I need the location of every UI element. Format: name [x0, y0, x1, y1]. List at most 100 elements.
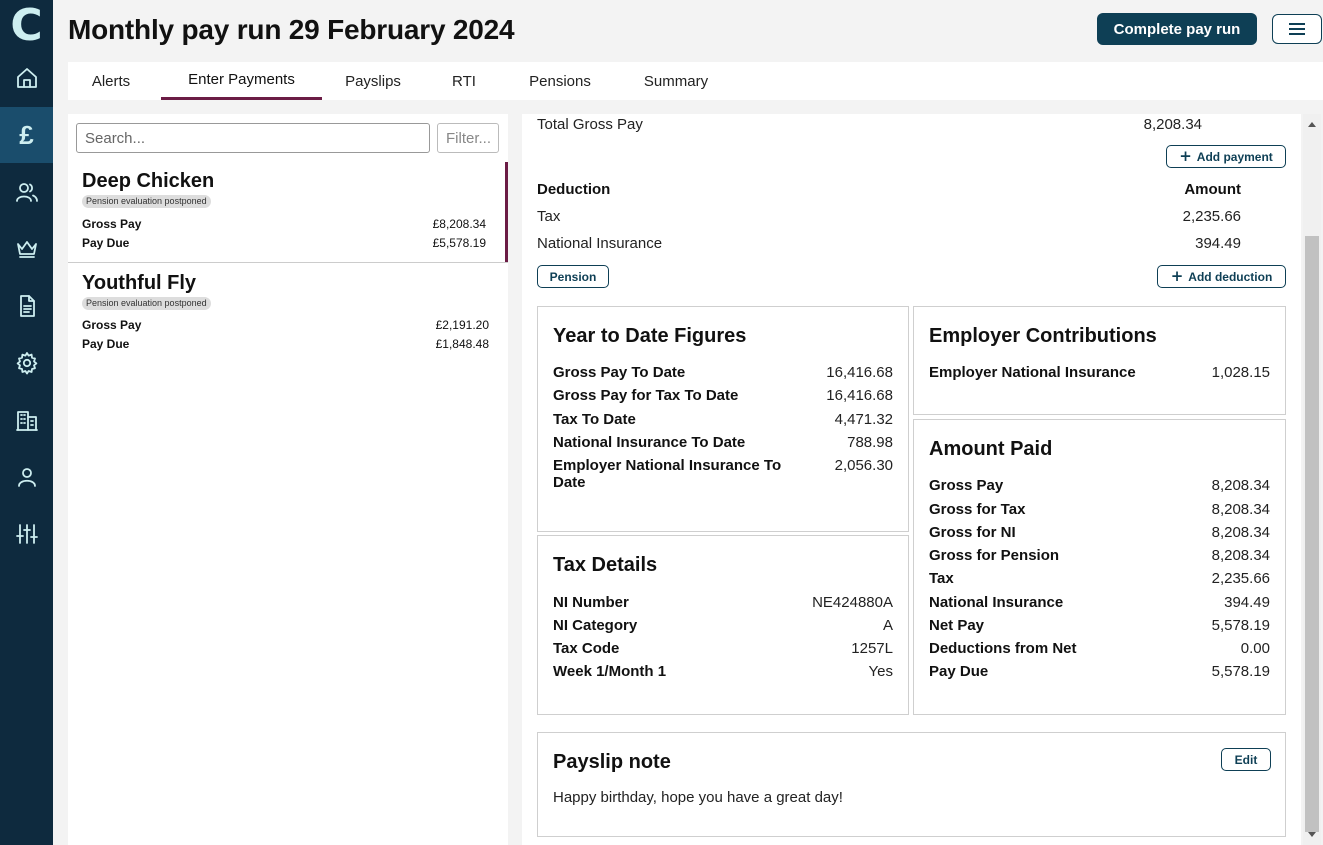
- deduction-value: 2,235.66: [1182, 208, 1241, 225]
- amount-paid-value: 8,208.34: [1211, 477, 1270, 494]
- tax-value: NE424880A: [812, 594, 893, 611]
- tax-label: Tax Code: [553, 640, 620, 657]
- payslip-note-card: Payslip note Edit Happy birthday, hope y…: [537, 732, 1286, 837]
- menu-button[interactable]: [1272, 14, 1322, 44]
- scrollbar[interactable]: [1303, 114, 1321, 845]
- app-logo[interactable]: C: [0, 0, 53, 51]
- search-input[interactable]: [76, 123, 430, 153]
- gross-pay-label: Gross Pay: [82, 318, 142, 332]
- plus-icon: +: [1170, 267, 1184, 285]
- amount-paid-label: Gross for NI: [929, 524, 1016, 541]
- amount-paid-value: 5,578.19: [1211, 663, 1270, 680]
- amount-paid-label: Gross Pay: [929, 477, 1004, 494]
- scrollbar-thumb[interactable]: [1305, 236, 1319, 832]
- pay-due-value: £5,578.19: [432, 236, 486, 250]
- ytd-label: National Insurance To Date: [553, 434, 746, 451]
- ytd-value: 16,416.68: [826, 364, 893, 381]
- employer-label: Employer National Insurance: [929, 364, 1136, 381]
- amount-paid-value: 8,208.34: [1211, 547, 1270, 564]
- tab-pensions[interactable]: Pensions: [511, 62, 609, 100]
- add-deduction-label: Add deduction: [1188, 269, 1273, 284]
- tab-rti[interactable]: RTI: [438, 62, 490, 100]
- home-icon[interactable]: [0, 50, 53, 106]
- add-payment-button[interactable]: + Add payment: [1166, 145, 1286, 168]
- status-badge: Pension evaluation postponed: [82, 297, 211, 310]
- amount-paid-label: Gross for Pension: [929, 547, 1060, 564]
- total-gross-pay-value: 8,208.34: [1143, 116, 1202, 133]
- tax-label: Week 1/Month 1: [553, 663, 667, 680]
- payment-detail-panel: Total Gross Pay 8,208.34 + Add payment D…: [522, 114, 1301, 845]
- complete-pay-run-button[interactable]: Complete pay run: [1097, 13, 1257, 45]
- employee-name: Deep Chicken: [82, 170, 215, 192]
- employee-list-panel: Deep Chicken Pension evaluation postpone…: [68, 114, 508, 845]
- amount-paid-label: Pay Due: [929, 663, 989, 680]
- amount-paid-value: 8,208.34: [1211, 501, 1270, 518]
- gross-pay-label: Gross Pay: [82, 217, 142, 231]
- ytd-label: Gross Pay To Date: [553, 364, 686, 381]
- divider: [68, 262, 508, 263]
- amount-paid-value: 394.49: [1224, 594, 1270, 611]
- status-badge: Pension evaluation postponed: [82, 195, 211, 208]
- tax-value: Yes: [868, 663, 893, 680]
- amount-paid-label: Tax: [929, 570, 954, 587]
- tab-summary[interactable]: Summary: [630, 62, 722, 100]
- tax-label: NI Category: [553, 617, 638, 634]
- hamburger-icon: [1289, 23, 1305, 35]
- sliders-icon[interactable]: [0, 506, 53, 562]
- edit-note-button[interactable]: Edit: [1221, 748, 1271, 771]
- ytd-title: Year to Date Figures: [553, 325, 747, 347]
- user-icon[interactable]: [0, 449, 53, 505]
- amount-paid-title: Amount Paid: [929, 438, 1053, 460]
- amount-paid-label: Gross for Tax: [929, 501, 1026, 518]
- employee-item[interactable]: Youthful Fly Pension evaluation postpone…: [68, 264, 508, 364]
- amount-paid-label: Deductions from Net: [929, 640, 1077, 657]
- amount-paid-value: 8,208.34: [1211, 524, 1270, 541]
- tab-alerts[interactable]: Alerts: [68, 62, 154, 100]
- tab-payslips[interactable]: Payslips: [330, 62, 416, 100]
- tab-bar: Alerts Enter Payments Payslips RTI Pensi…: [68, 62, 1323, 100]
- tax-details-card: Tax Details NI Number NE424880A NI Categ…: [537, 535, 909, 715]
- scroll-down-icon[interactable]: [1308, 832, 1316, 837]
- tax-value: A: [882, 617, 893, 634]
- amount-paid-value: 5,578.19: [1211, 617, 1270, 634]
- deduction-label: Tax: [537, 208, 561, 225]
- ytd-value: 2,056.30: [834, 457, 893, 474]
- side-nav: C £: [0, 0, 53, 845]
- scroll-up-icon[interactable]: [1308, 122, 1316, 127]
- ytd-value: 788.98: [847, 434, 893, 451]
- pound-icon[interactable]: £: [0, 107, 53, 163]
- document-icon[interactable]: [0, 278, 53, 334]
- employee-name: Youthful Fly: [82, 272, 197, 294]
- building-icon[interactable]: [0, 392, 53, 448]
- crown-icon[interactable]: [0, 221, 53, 277]
- ytd-label: Tax To Date: [553, 411, 636, 428]
- total-gross-pay-label: Total Gross Pay: [537, 116, 643, 133]
- employer-contributions-card: Employer Contributions Employer National…: [913, 306, 1286, 415]
- gear-icon[interactable]: [0, 335, 53, 391]
- people-icon[interactable]: [0, 164, 53, 220]
- amount-paid-value: 0.00: [1240, 640, 1270, 657]
- amount-paid-label: National Insurance: [929, 594, 1064, 611]
- ytd-label: Date: [553, 474, 586, 491]
- add-deduction-button[interactable]: + Add deduction: [1157, 265, 1286, 288]
- deduction-header: Deduction: [537, 181, 611, 198]
- ytd-value: 4,471.32: [834, 411, 893, 428]
- filter-input[interactable]: [437, 123, 499, 153]
- tax-title: Tax Details: [553, 554, 658, 576]
- amount-header: Amount: [1184, 181, 1241, 198]
- pay-due-label: Pay Due: [82, 337, 130, 351]
- pension-button[interactable]: Pension: [537, 265, 609, 288]
- ytd-label: Gross Pay for Tax To Date: [553, 387, 739, 404]
- deduction-value: 394.49: [1195, 235, 1241, 252]
- amount-paid-label: Net Pay: [929, 617, 985, 634]
- gross-pay-value: £8,208.34: [432, 217, 486, 231]
- ytd-card: Year to Date Figures Gross Pay To Date 1…: [537, 306, 909, 532]
- amount-paid-value: 2,235.66: [1211, 570, 1270, 587]
- pay-due-label: Pay Due: [82, 236, 130, 250]
- tab-enter-payments[interactable]: Enter Payments: [161, 62, 322, 100]
- pay-due-value: £1,848.48: [435, 337, 489, 351]
- plus-icon: +: [1179, 147, 1192, 165]
- add-payment-label: Add payment: [1196, 149, 1273, 164]
- employee-item[interactable]: Deep Chicken Pension evaluation postpone…: [68, 162, 508, 262]
- payslip-note-text: Happy birthday, hope you have a great da…: [553, 789, 843, 806]
